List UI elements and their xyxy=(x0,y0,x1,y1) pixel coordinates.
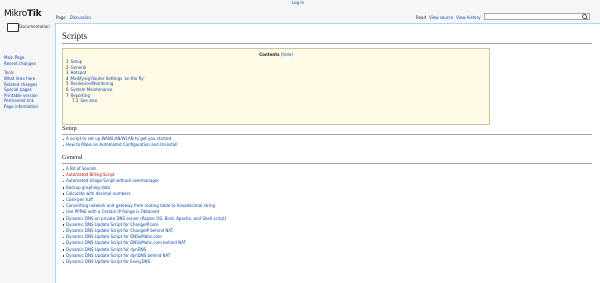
sidebar-item-recent-changes[interactable]: Recent changes xyxy=(4,61,52,67)
tab-discussion[interactable]: Discussion xyxy=(70,15,91,20)
sidebar-item-page-information[interactable]: Page information xyxy=(4,104,52,110)
logo-wordmark: MikroTik xyxy=(4,9,42,19)
documentation-icon xyxy=(7,23,19,32)
page-title: Scripts xyxy=(62,31,88,41)
title-divider xyxy=(62,43,592,44)
section-divider xyxy=(62,134,592,135)
sidebar: Main Page Recent changes Tools What link… xyxy=(4,55,52,109)
site-logo[interactable]: MikroTik Documentation xyxy=(4,9,52,49)
section-divider xyxy=(62,163,592,164)
search-icon[interactable] xyxy=(582,14,587,19)
toc-title: Contents [hide] xyxy=(259,52,293,57)
search-box[interactable] xyxy=(484,13,590,30)
personal-bar: Log in xyxy=(0,0,600,8)
content-area: Scripts Contents [hide] 1 Setup 2 General … xyxy=(55,23,600,283)
logo-subtitle: Documentation xyxy=(19,24,50,29)
section-heading-setup: Setup xyxy=(62,125,77,132)
section-heading-general: General xyxy=(62,154,83,161)
list-item[interactable]: How to Make an Automated Configuration a… xyxy=(62,142,177,148)
red-link[interactable]: Automated Billing Script xyxy=(66,172,115,177)
toc-hide-toggle[interactable]: [hide] xyxy=(281,52,293,57)
toc-subitem[interactable]: 7.1 See also xyxy=(66,98,145,104)
list-item[interactable]: Dynamic DNS Update Script for EveryDNS xyxy=(62,259,226,265)
sidebar-tools-heading: Tools xyxy=(4,70,14,75)
tab-view-history[interactable]: View history xyxy=(456,15,481,20)
namespace-tabs: Page Discussion xyxy=(56,15,95,20)
tab-page[interactable]: Page xyxy=(56,15,66,20)
login-link[interactable]: Log in xyxy=(292,0,304,5)
setup-list: A script to set up WAN/LAN/WLAN to get y… xyxy=(62,136,177,148)
view-tabs: Read View source View history xyxy=(416,15,484,20)
tab-read[interactable]: Read xyxy=(416,15,426,20)
toc-list: 1 Setup 2 General 3 Hotspot 4 Modifying Rout… xyxy=(66,59,145,104)
tab-view-source[interactable]: View source xyxy=(429,15,453,20)
table-of-contents: Contents [hide] 1 Setup 2 General 3 Hotspot… xyxy=(62,48,490,125)
general-list: A Bit of Sounds Automated Billing Script… xyxy=(62,166,226,265)
